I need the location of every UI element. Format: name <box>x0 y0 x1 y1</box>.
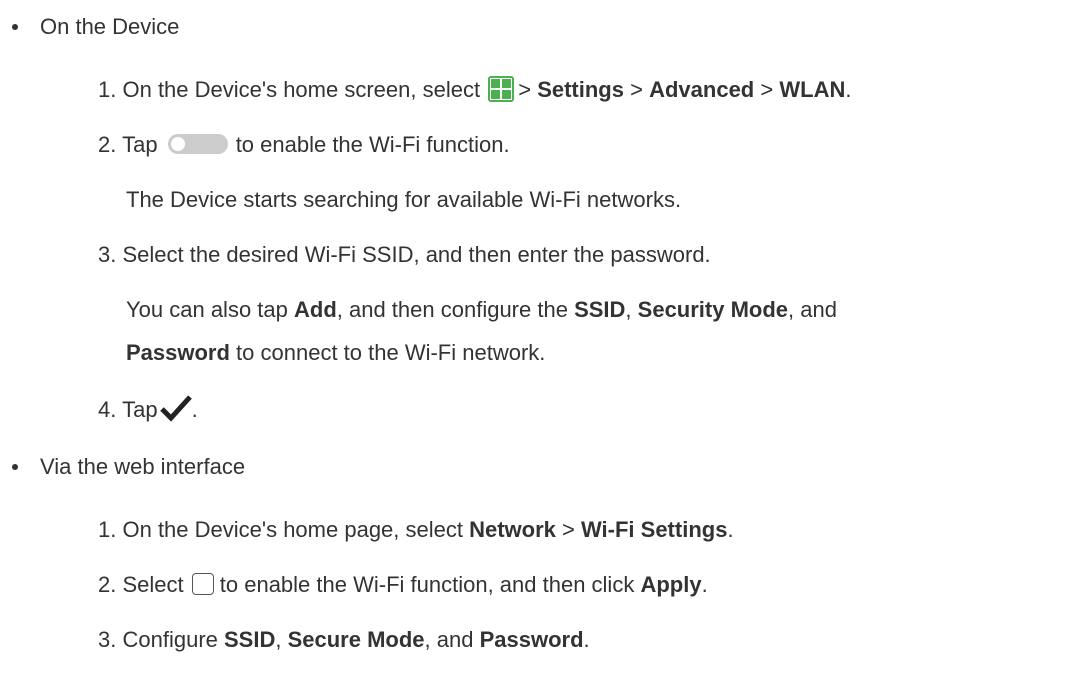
step-number: 1. <box>98 517 117 542</box>
device-step-3-note-line2: Password to connect to the Wi-Fi network… <box>126 339 545 367</box>
step-number: 4. <box>98 397 117 422</box>
path-settings: Settings <box>537 77 624 102</box>
path-advanced: Advanced <box>649 77 755 102</box>
step-text: Configure <box>122 627 224 652</box>
step-text: , and <box>424 627 480 652</box>
note-text: , <box>625 297 638 322</box>
device-step-2: 2. Tap to enable the Wi-Fi function. <box>98 131 510 159</box>
step-text: Select the desired Wi-Fi SSID, and then … <box>122 242 711 267</box>
path-sep: > <box>630 77 643 102</box>
step-number: 2. <box>98 132 117 157</box>
step-number: 2. <box>98 572 117 597</box>
step-number: 1. <box>98 77 117 102</box>
checkbox-icon <box>191 573 214 596</box>
path-sep: > <box>760 77 774 102</box>
bullet-icon <box>12 464 18 470</box>
add-label: Add <box>294 297 337 322</box>
apply-label: Apply <box>640 572 702 597</box>
period: . <box>727 517 734 542</box>
security-mode-label: Security Mode <box>637 297 789 322</box>
web-step-3: 3. Configure SSID, Secure Mode, and Pass… <box>98 626 590 654</box>
step-text: to enable the Wi-Fi function, and then c… <box>219 572 641 597</box>
section-on-device: On the Device <box>12 13 180 41</box>
device-step-3-note-line1: You can also tap Add, and then configure… <box>126 296 837 324</box>
device-step-3: 3. Select the desired Wi-Fi SSID, and th… <box>98 241 711 269</box>
device-step-1: 1. On the Device's home screen, select >… <box>98 76 851 104</box>
device-step-2-note: The Device starts searching for availabl… <box>126 186 681 214</box>
step-text: Select <box>122 572 184 597</box>
step-text: to enable the Wi-Fi function. <box>235 132 510 157</box>
step-number: 3. <box>98 627 117 652</box>
toggle-switch-icon <box>167 134 228 155</box>
password-label: Password <box>126 340 230 365</box>
apps-grid-icon <box>488 76 515 103</box>
wifi-settings-label: Wi-Fi Settings <box>580 517 728 542</box>
bullet-icon <box>12 24 18 30</box>
period: . <box>701 572 708 597</box>
step-text: Tap <box>122 397 158 422</box>
step-text: Tap <box>122 132 158 157</box>
note-text: You can also tap <box>126 297 294 322</box>
ssid-label: SSID <box>574 297 626 322</box>
step-text: On the Device's home page, select <box>122 517 470 542</box>
step-text: On the Device's home screen, select <box>122 77 481 102</box>
secure-mode-label: Secure Mode <box>287 627 425 652</box>
period: . <box>583 627 590 652</box>
period: . <box>191 397 198 422</box>
device-step-4: 4. Tap . <box>98 394 198 424</box>
section-web-interface: Via the web interface <box>12 453 246 481</box>
period: . <box>845 77 852 102</box>
section-title: Via the web interface <box>40 454 246 479</box>
password-label: Password <box>479 627 584 652</box>
web-step-1: 1. On the Device's home page, select Net… <box>98 516 734 544</box>
note-text: , and then configure the <box>336 297 575 322</box>
path-wlan: WLAN <box>779 77 846 102</box>
ssid-label: SSID <box>224 627 276 652</box>
step-text: , <box>275 627 288 652</box>
note-text: to connect to the Wi-Fi network. <box>229 340 546 365</box>
path-sep: > <box>518 77 532 102</box>
network-label: Network <box>469 517 556 542</box>
checkmark-icon <box>159 394 192 422</box>
note-text: The Device starts searching for availabl… <box>126 187 682 212</box>
web-step-2: 2. Select to enable the Wi-Fi function, … <box>98 571 708 599</box>
path-sep: > <box>555 517 581 542</box>
step-number: 3. <box>98 242 117 267</box>
instructions-document: On the Device 1. On the Device's home sc… <box>0 0 1071 695</box>
note-text: , and <box>788 297 837 322</box>
section-title: On the Device <box>40 14 180 39</box>
